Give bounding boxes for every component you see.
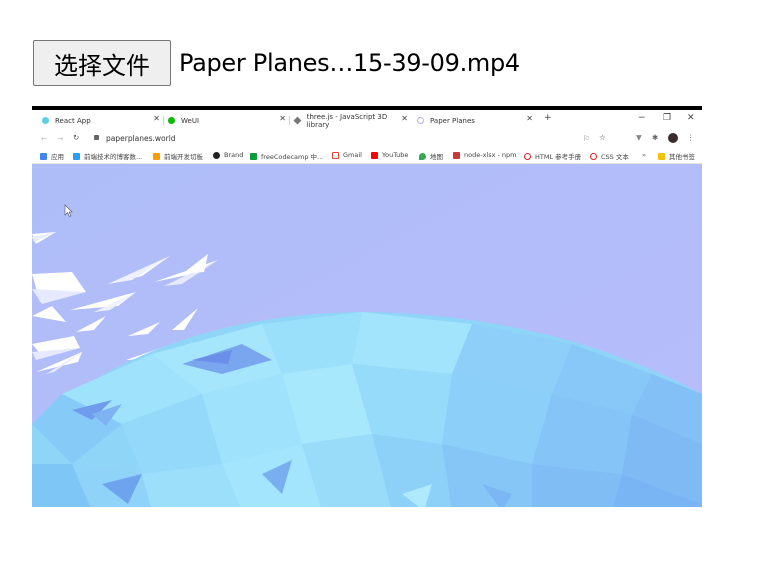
bookmark-item: 地图 <box>419 151 443 161</box>
menu-icon: ⋮ <box>687 133 695 142</box>
bookmark-item: node-xlsx - npm <box>453 151 517 159</box>
react-icon <box>42 117 49 124</box>
bookmark-item: HTML 参考手册 <box>524 151 581 161</box>
back-icon: ← <box>41 134 48 143</box>
choose-file-button[interactable]: 选择文件 <box>33 40 171 86</box>
close-icon: ✕ <box>401 114 408 123</box>
bookmark-item: CSS 文本 <box>590 151 629 161</box>
bookmark-icon <box>73 152 80 160</box>
bookmark-item: 前端开发切板 <box>153 151 203 161</box>
bookmark-item: 应用 <box>40 151 64 161</box>
avatar <box>668 133 678 143</box>
tab-threejs: three.js - JavaScript 3D library ✕ <box>293 112 408 129</box>
minimize-icon: − <box>638 113 646 123</box>
tab-weui: WeUI ✕ <box>168 114 286 127</box>
address-bar-row: ← → ↻ paperplanes.world ⚐ ☆ ▼ ✱ ⋮ <box>32 131 702 148</box>
bookmark-item: 其他书签 <box>658 151 695 161</box>
close-icon: ✕ <box>526 114 533 123</box>
restore-icon: ❐ <box>663 113 672 123</box>
bookmarks-overflow-icon: » <box>642 151 646 159</box>
weui-icon <box>168 117 175 124</box>
close-icon: ✕ <box>279 114 286 123</box>
bookmark-icon <box>590 152 597 160</box>
puzzle-icon: ✱ <box>652 133 659 142</box>
bookmark-icon <box>213 151 220 159</box>
browser-tab-strip: React App ✕ WeUI ✕ three.js - JavaScript… <box>32 110 702 131</box>
apps-icon <box>40 152 47 160</box>
bookmarks-bar: 应用 前端技术的博客数... 前端开发切板 Brand freeCodecamp… <box>32 148 702 164</box>
bookmark-item: Gmail <box>332 151 362 159</box>
npm-icon <box>453 151 460 159</box>
google-icon <box>332 151 339 159</box>
tab-label: WeUI <box>181 116 200 125</box>
reload-icon: ↻ <box>73 133 80 142</box>
window-close-icon: ✕ <box>687 113 695 123</box>
selected-file-name: Paper Planes…15-39-09.mp4 <box>179 49 520 77</box>
paper-planes-scene <box>32 164 702 507</box>
tab-react-app: React App ✕ <box>42 114 160 127</box>
maps-icon <box>419 152 426 160</box>
paper-planes-icon <box>417 117 424 124</box>
bookmark-item: YouTube <box>371 151 408 159</box>
tab-label: React App <box>55 116 91 125</box>
video-player[interactable]: React App ✕ WeUI ✕ three.js - JavaScript… <box>32 106 702 507</box>
star-icon: ☆ <box>599 133 606 142</box>
address-text: paperplanes.world <box>106 134 176 143</box>
bookmark-icon <box>153 152 160 160</box>
forward-icon: → <box>57 134 64 143</box>
tab-paper-planes: Paper Planes ✕ <box>417 114 533 127</box>
bookmark-item: 前端技术的博客数... <box>73 151 142 161</box>
tab-label: three.js - JavaScript 3D library <box>306 112 388 129</box>
threejs-icon <box>293 116 302 125</box>
bookmark-icon <box>524 152 531 160</box>
youtube-icon <box>371 151 378 159</box>
lock-icon <box>94 135 99 140</box>
translate-icon: ⚐ <box>583 134 590 143</box>
close-icon: ✕ <box>153 114 160 123</box>
file-input[interactable]: 选择文件 Paper Planes…15-39-09.mp4 <box>33 40 520 86</box>
new-tab-icon: + <box>544 113 552 123</box>
bookmark-icon <box>250 152 257 160</box>
bookmark-item: freeCodecamp 中... <box>250 151 323 161</box>
tab-label: Paper Planes <box>430 116 475 125</box>
folder-icon <box>658 152 665 160</box>
bookmark-item: Brand <box>213 151 243 159</box>
extension-filter-icon: ▼ <box>636 133 642 142</box>
